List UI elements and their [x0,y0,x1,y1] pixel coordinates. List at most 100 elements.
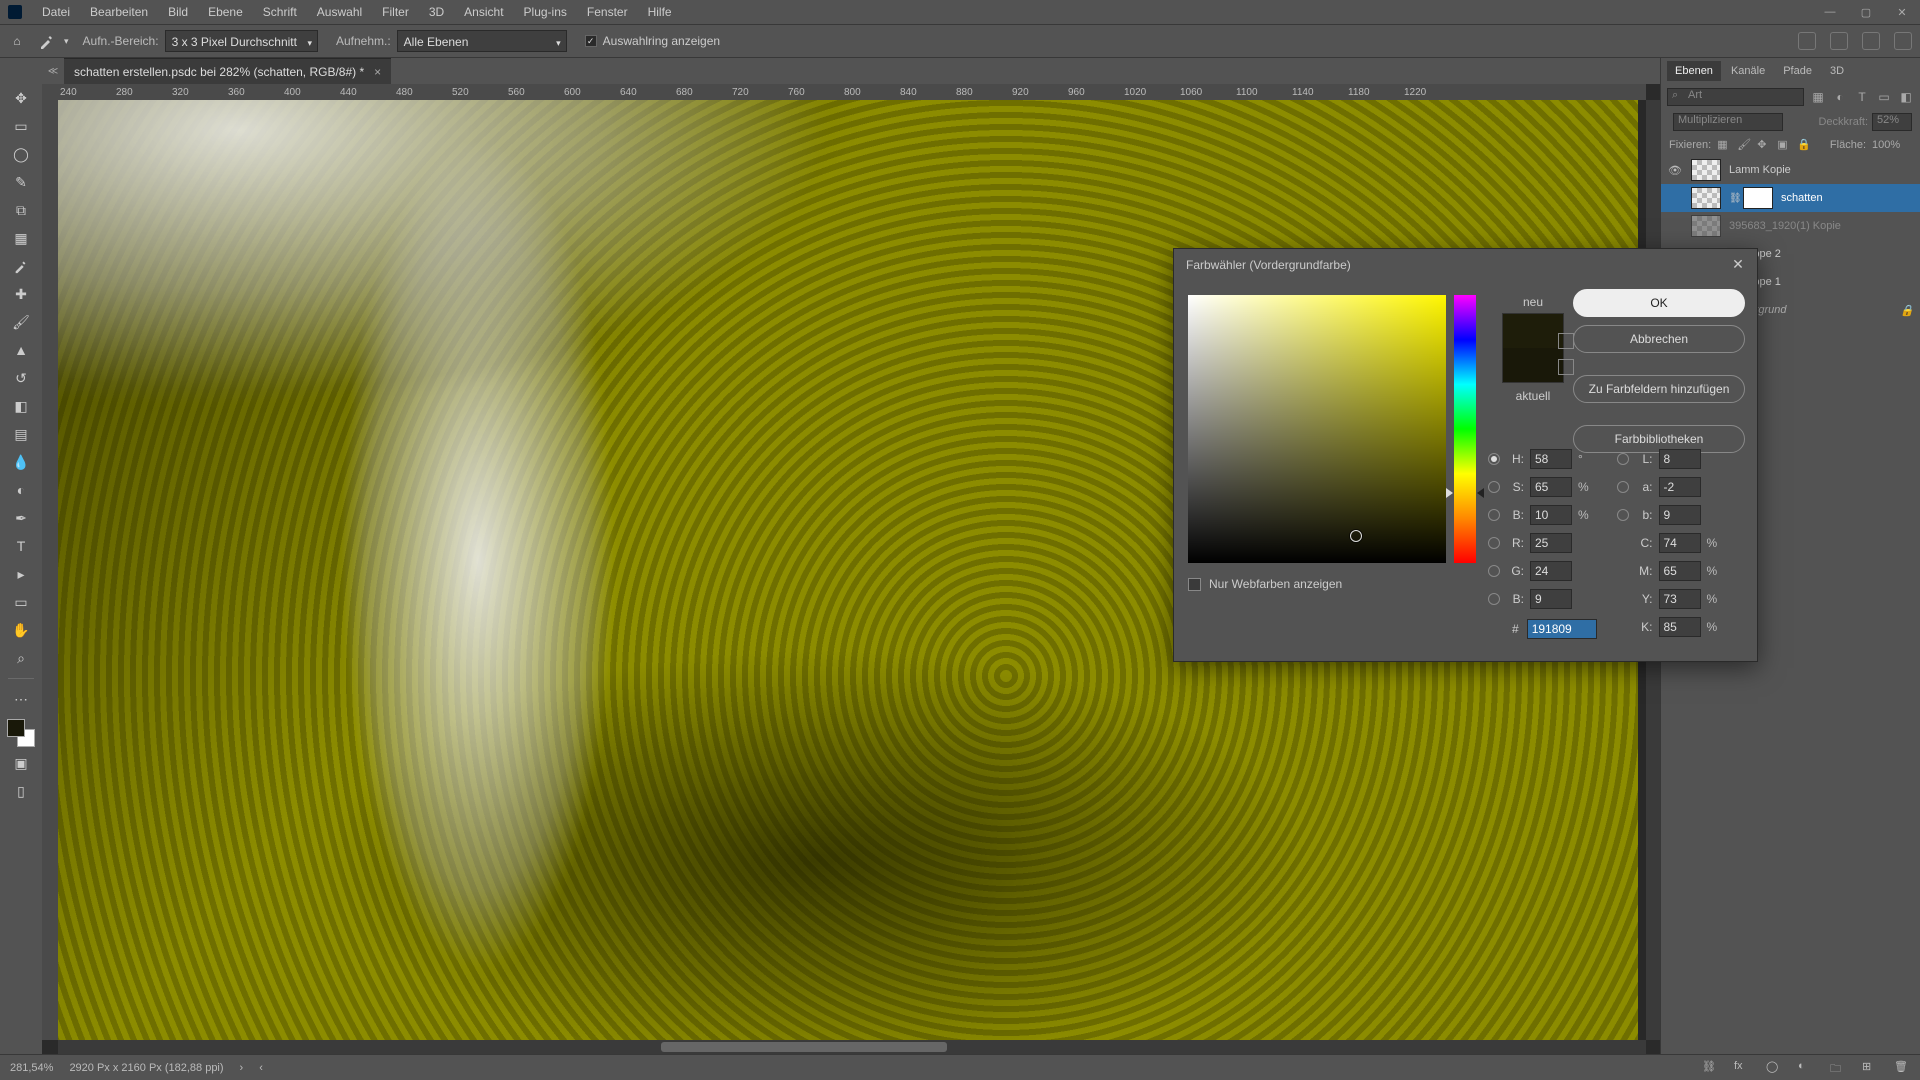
current-color-swatch[interactable] [1503,348,1563,382]
lock-pixels-icon[interactable]: 🖌 [1737,138,1751,152]
new-group-icon[interactable]: 🗀 [1830,1060,1846,1076]
blue-radio[interactable] [1488,593,1500,605]
lab-b-radio[interactable] [1617,509,1629,521]
scrollbar-thumb[interactable] [661,1042,947,1052]
menu-item[interactable]: 3D [419,5,454,19]
layer-name[interactable]: Lamm Kopie [1729,164,1791,176]
blend-mode-select[interactable]: Multiplizieren [1673,113,1783,131]
screen-mode-icon[interactable]: ▯ [9,779,33,803]
layer-mask-thumbnail[interactable] [1743,187,1773,209]
layer-row[interactable]: ⛓ schatten [1661,184,1920,212]
dialog-title[interactable]: Farbwähler (Vordergrundfarbe) [1174,249,1757,281]
marquee-tool-icon[interactable]: ▭ [9,114,33,138]
opacity-input[interactable]: 52% [1872,113,1912,131]
lab-a-radio[interactable] [1617,481,1629,493]
ok-button[interactable]: OK [1573,289,1745,317]
eyedropper-tool-icon[interactable] [9,254,33,278]
blue-input[interactable] [1530,589,1572,609]
hue-slider[interactable] [1454,295,1476,563]
filter-shape-icon[interactable]: ▭ [1876,89,1892,105]
layer-thumbnail[interactable] [1691,159,1721,181]
path-select-tool-icon[interactable]: ▸ [9,562,33,586]
new-layer-icon[interactable]: ⊞ [1862,1060,1878,1076]
workspace-icon[interactable] [1862,32,1880,50]
crop-tool-icon[interactable]: ⧉ [9,198,33,222]
ruler-origin[interactable] [42,84,58,100]
cancel-button[interactable]: Abbrechen [1573,325,1745,353]
status-caret-icon[interactable]: › [240,1062,244,1074]
mask-icon[interactable]: ◯ [1766,1060,1782,1076]
maximize-button[interactable]: ▢ [1848,0,1884,24]
close-window-button[interactable]: ✕ [1884,0,1920,24]
visibility-toggle-icon[interactable]: 👁 [1667,164,1683,177]
blur-tool-icon[interactable]: 💧 [9,450,33,474]
menu-item[interactable]: Ebene [198,5,253,19]
menu-item[interactable]: Auswahl [307,5,372,19]
layer-thumbnail[interactable] [1691,187,1721,209]
black-input[interactable] [1659,617,1701,637]
lightness-radio[interactable] [1617,453,1629,465]
home-icon[interactable]: ⌂ [8,32,26,50]
gradient-tool-icon[interactable]: ▤ [9,422,33,446]
adjustment-layer-icon[interactable]: ◐ [1798,1060,1814,1076]
fill-input[interactable]: 100% [1872,139,1912,151]
new-color-swatch[interactable] [1503,314,1563,348]
close-tab-icon[interactable]: × [374,65,381,79]
layer-name[interactable]: schatten [1781,192,1823,204]
status-caret-icon[interactable]: ‹ [259,1062,263,1074]
hand-tool-icon[interactable]: ✋ [9,618,33,642]
menu-item[interactable]: Ansicht [454,5,513,19]
zoom-level[interactable]: 281,54% [10,1062,53,1074]
brightness-input[interactable] [1530,505,1572,525]
filter-pixel-icon[interactable]: ▦ [1810,89,1826,105]
tab-channels[interactable]: Kanäle [1723,61,1773,81]
layer-row[interactable]: 395683_1920(1) Kopie [1661,212,1920,240]
eraser-tool-icon[interactable]: ◧ [9,394,33,418]
tool-preset-caret-icon[interactable]: ▾ [64,36,69,47]
green-radio[interactable] [1488,565,1500,577]
eyedropper-icon[interactable] [38,32,56,50]
hue-handle-icon[interactable] [1446,488,1453,498]
lightness-input[interactable] [1659,449,1701,469]
pen-tool-icon[interactable]: ✒ [9,506,33,530]
layer-name[interactable]: 395683_1920(1) Kopie [1729,220,1841,232]
horizontal-scrollbar[interactable] [58,1040,1646,1054]
type-tool-icon[interactable]: T [9,534,33,558]
filter-type-icon[interactable]: T [1854,89,1870,105]
lab-a-input[interactable] [1659,477,1701,497]
tab-layers[interactable]: Ebenen [1667,61,1721,81]
saturation-brightness-field[interactable] [1188,295,1446,563]
show-sampling-ring-checkbox[interactable]: ✓ [585,35,597,47]
dodge-tool-icon[interactable]: ◐ [9,478,33,502]
document-dimensions[interactable]: 2920 Px x 2160 Px (182,88 ppi) [69,1062,223,1074]
hue-handle-icon[interactable] [1477,488,1484,498]
zoom-tool-icon[interactable]: ⌕ [9,646,33,670]
tab-3d[interactable]: 3D [1822,61,1852,81]
green-input[interactable] [1530,561,1572,581]
quick-mask-icon[interactable]: ▣ [9,751,33,775]
delete-layer-icon[interactable]: 🗑 [1894,1060,1910,1076]
magenta-input[interactable] [1659,561,1701,581]
history-brush-tool-icon[interactable]: ↺ [9,366,33,390]
hex-input[interactable] [1527,619,1597,639]
gamut-warning-icon[interactable] [1558,333,1574,349]
brightness-radio[interactable] [1488,509,1500,521]
cyan-input[interactable] [1659,533,1701,553]
cloud-docs-icon[interactable] [1798,32,1816,50]
red-input[interactable] [1530,533,1572,553]
menu-item[interactable]: Plug-ins [514,5,577,19]
hue-radio[interactable] [1488,453,1500,465]
menu-item[interactable]: Fenster [577,5,638,19]
hue-input[interactable] [1530,449,1572,469]
menu-item[interactable]: Filter [372,5,419,19]
move-tool-icon[interactable]: ✥ [9,86,33,110]
shape-tool-icon[interactable]: ▭ [9,590,33,614]
foreground-color-swatch[interactable] [7,719,25,737]
lock-all-icon[interactable]: 🔒 [1797,138,1811,152]
sample-target-select[interactable]: Alle Ebenen [397,30,567,52]
web-colors-only-checkbox[interactable] [1188,578,1201,591]
lock-artboard-icon[interactable]: ▣ [1777,138,1791,152]
frame-tool-icon[interactable]: ▦ [9,226,33,250]
link-layers-icon[interactable]: ⛓ [1702,1060,1718,1076]
filter-adjust-icon[interactable]: ◐ [1832,89,1848,105]
